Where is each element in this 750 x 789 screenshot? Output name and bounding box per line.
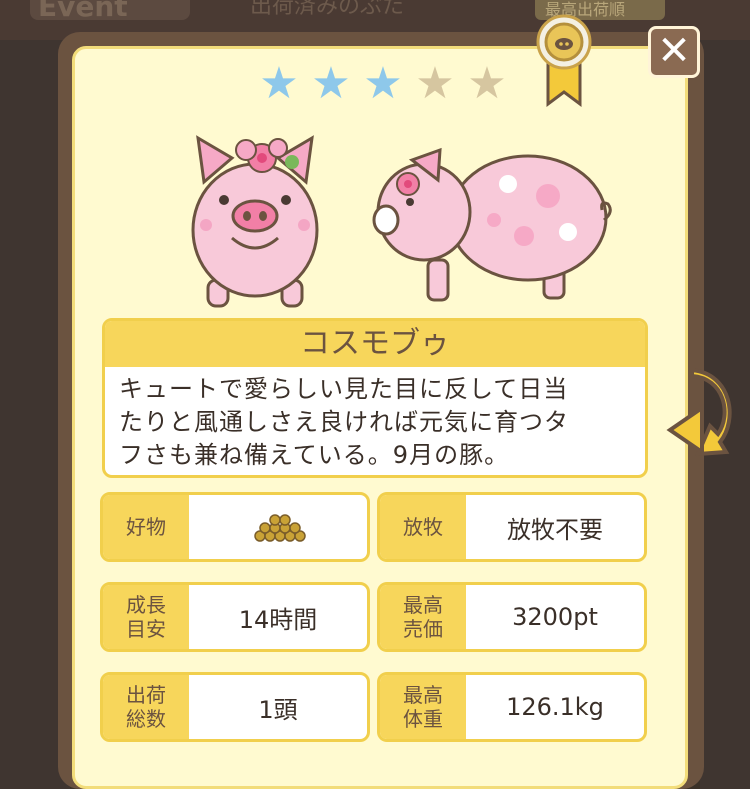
star-icon: ★ xyxy=(311,58,351,109)
favorite-food-value xyxy=(189,495,367,559)
max-weight-label: 最高 体重 xyxy=(380,675,466,739)
star-empty-icon: ★ xyxy=(415,58,455,109)
growth-time-value: 14時間 xyxy=(238,605,318,634)
max-price-row: 最高 売価 3200pt xyxy=(377,582,647,652)
pig-name: コスモブゥ xyxy=(105,321,645,367)
medal-icon xyxy=(536,14,592,107)
pig-side-illustration xyxy=(372,147,612,302)
star-empty-icon: ★ xyxy=(467,58,507,109)
description-line: フさも兼ね備えている。9月の豚。 xyxy=(119,441,510,469)
favorite-food-label: 好物 xyxy=(103,495,189,559)
star-icon: ★ xyxy=(363,58,403,109)
growth-time-row: 成長 目安 14時間 xyxy=(100,582,370,652)
background-event-label: Event xyxy=(30,0,190,23)
description-line: たりと風通しさえ良ければ元気に育つタ xyxy=(119,408,569,436)
shipped-total-row: 出荷 総数 1頭 xyxy=(100,672,370,742)
background-title: 出荷済みのぶた xyxy=(250,0,405,19)
pig-front-illustration xyxy=(191,135,319,308)
favorite-food-row: 好物 xyxy=(100,492,370,562)
rotate-arrow-icon[interactable] xyxy=(662,368,732,458)
pig-description: キュートで愛らしい見た目に反して日当 たりと風通しさえ良ければ元気に育つタ フさ… xyxy=(105,367,645,475)
description-line: キュートで愛らしい見た目に反して日当 xyxy=(119,375,569,403)
pig-info-panel: コスモブゥ キュートで愛らしい見た目に反して日当 たりと風通しさえ良ければ元気に… xyxy=(102,318,648,478)
growth-time-label: 成長 目安 xyxy=(103,585,189,649)
max-weight-value: 126.1kg xyxy=(506,693,604,721)
shipped-total-value: 1頭 xyxy=(258,695,298,724)
star-icon: ★ xyxy=(259,58,299,109)
grazing-label: 放牧 xyxy=(380,495,466,559)
grain-pile-icon xyxy=(254,514,306,542)
grazing-row: 放牧 放牧不要 xyxy=(377,492,647,562)
max-price-value: 3200pt xyxy=(512,603,598,631)
grazing-value: 放牧不要 xyxy=(507,515,603,544)
max-price-label: 最高 売価 xyxy=(380,585,466,649)
close-button[interactable]: ✕ xyxy=(648,26,700,78)
shipped-total-label: 出荷 総数 xyxy=(103,675,189,739)
rarity-stars: ★ ★ ★ ★ ★ xyxy=(256,62,510,106)
max-weight-row: 最高 体重 126.1kg xyxy=(377,672,647,742)
